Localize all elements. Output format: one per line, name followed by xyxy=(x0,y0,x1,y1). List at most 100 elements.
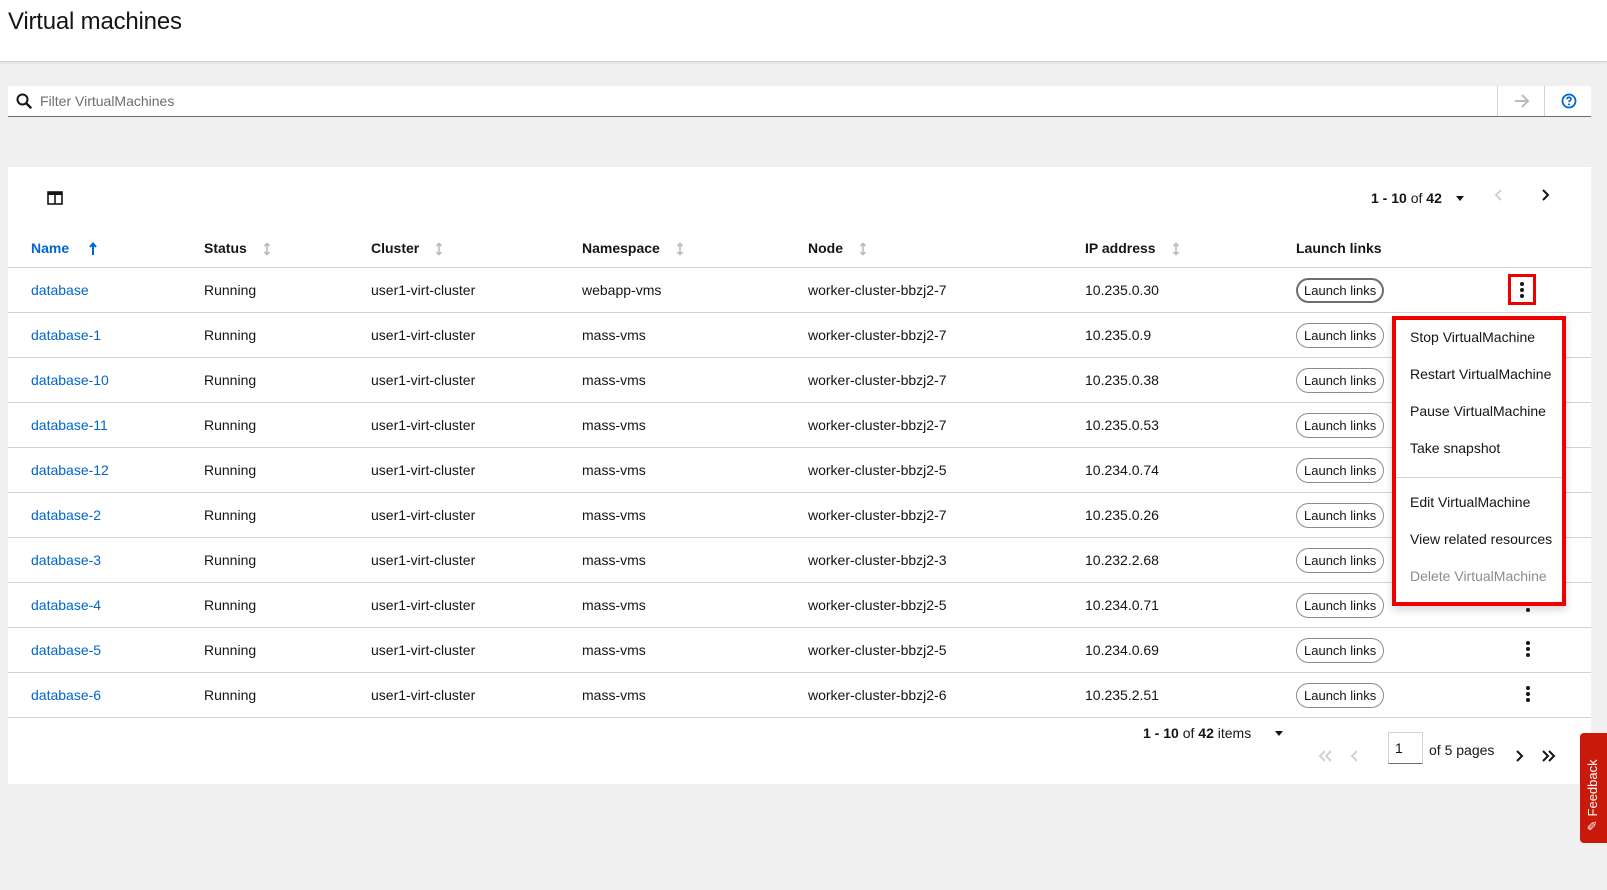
bottom-pagination-items: items xyxy=(1217,725,1252,741)
filter-submit-button[interactable] xyxy=(1497,86,1545,116)
help-icon xyxy=(1561,93,1576,109)
bottom-pagination-total: 42 xyxy=(1198,725,1214,741)
double-chevron-left-icon[interactable] xyxy=(1318,749,1334,763)
menu-item-edit[interactable]: Edit VirtualMachine xyxy=(1410,494,1530,510)
table-row: database-5 Running user1-virt-cluster mass-… xyxy=(8,627,1591,673)
vm-name-link[interactable]: database-12 xyxy=(31,462,109,478)
vm-name-link[interactable]: database xyxy=(31,282,89,298)
filter-bar xyxy=(8,86,1591,117)
top-pagination-total: 42 xyxy=(1426,190,1442,206)
filter-input[interactable] xyxy=(38,86,1500,116)
vm-node: worker-cluster-bbzj2-5 xyxy=(808,642,947,658)
table-header-row: Name Status Cluster Namespace Node IP ad… xyxy=(8,229,1591,268)
column-header-namespace[interactable]: Namespace xyxy=(582,229,808,268)
vm-ip-address: 10.235.0.9 xyxy=(1085,327,1152,343)
launch-links-button[interactable]: Launch links xyxy=(1296,592,1385,618)
vm-ip-address: 10.235.0.53 xyxy=(1085,417,1159,433)
vm-cluster: user1-virt-cluster xyxy=(371,552,476,568)
vm-list-card: 1 - 10 of 42 Name Status Cluster Namespa… xyxy=(8,167,1591,784)
column-header-node[interactable]: Node xyxy=(808,229,1085,268)
vm-ip-address: 10.234.0.74 xyxy=(1085,462,1159,478)
filter-help-button[interactable] xyxy=(1544,86,1592,116)
launch-links-button[interactable]: Launch links xyxy=(1296,682,1385,708)
menu-item-pause[interactable]: Pause VirtualMachine xyxy=(1410,403,1546,419)
table-row: database-11 Running user1-virt-cluster mass… xyxy=(8,402,1591,448)
launch-links-button[interactable]: Launch links xyxy=(1296,457,1385,483)
column-header-status[interactable]: Status xyxy=(204,229,371,268)
vm-cluster: user1-virt-cluster xyxy=(371,507,476,523)
vm-node: worker-cluster-bbzj2-6 xyxy=(808,687,947,703)
menu-item-stop[interactable]: Stop VirtualMachine xyxy=(1410,329,1535,345)
menu-item-view-related[interactable]: View related resources xyxy=(1410,531,1552,547)
vm-cluster: user1-virt-cluster xyxy=(371,462,476,478)
chevron-right-icon[interactable] xyxy=(1514,749,1524,763)
vm-namespace: mass-vms xyxy=(582,642,646,658)
column-header-ip-address[interactable]: IP address xyxy=(1085,229,1296,268)
vm-namespace: mass-vms xyxy=(582,597,646,613)
sort-icon xyxy=(436,242,443,256)
arrow-right-icon xyxy=(1514,94,1529,108)
vm-namespace: mass-vms xyxy=(582,417,646,433)
vm-ip-address: 10.235.0.38 xyxy=(1085,372,1159,388)
kebab-icon[interactable] xyxy=(1521,684,1535,704)
vm-node: worker-cluster-bbzj2-3 xyxy=(808,552,947,568)
menu-item-take-snapshot[interactable]: Take snapshot xyxy=(1410,440,1500,456)
vm-name-link[interactable]: database-10 xyxy=(31,372,109,388)
column-header-name[interactable]: Name xyxy=(8,229,204,268)
menu-item-restart[interactable]: Restart VirtualMachine xyxy=(1410,366,1551,382)
vm-cluster: user1-virt-cluster xyxy=(371,687,476,703)
page-title: Virtual machines xyxy=(8,8,182,35)
column-header-actions xyxy=(1498,229,1591,268)
chevron-left-icon[interactable] xyxy=(1350,749,1360,763)
table-row: database-1 Running user1-virt-cluster mass-… xyxy=(8,312,1591,358)
vm-node: worker-cluster-bbzj2-7 xyxy=(808,282,947,298)
launch-links-button[interactable]: Launch links xyxy=(1296,322,1385,348)
vm-name-link[interactable]: database-6 xyxy=(31,687,101,703)
launch-links-button[interactable]: Launch links xyxy=(1296,502,1385,528)
page-number-input[interactable]: 1 xyxy=(1388,732,1423,764)
vm-cluster: user1-virt-cluster xyxy=(371,642,476,658)
launch-links-button[interactable]: Launch links xyxy=(1296,547,1385,573)
vm-namespace: webapp-vms xyxy=(582,282,662,298)
chevron-right-icon[interactable] xyxy=(1540,188,1550,202)
feedback-tab[interactable]: ✎ Feedback xyxy=(1580,733,1607,843)
table-row: database-10 Running user1-virt-cluster mass… xyxy=(8,357,1591,403)
launch-links-button[interactable]: Launch links xyxy=(1296,412,1385,438)
vm-ip-address: 10.232.2.68 xyxy=(1085,552,1159,568)
caret-down-icon xyxy=(1455,195,1464,201)
launch-links-button[interactable]: Launch links xyxy=(1296,367,1385,393)
table-row: database-2 Running user1-virt-cluster mass-… xyxy=(8,492,1591,538)
vm-status: Running xyxy=(204,552,257,568)
vm-name-link[interactable]: database-1 xyxy=(31,327,101,343)
vm-name-link[interactable]: database-2 xyxy=(31,507,101,523)
row-actions-kebab-active[interactable] xyxy=(1508,274,1536,305)
vm-name-link[interactable]: database-5 xyxy=(31,642,101,658)
table-row: database-3 Running user1-virt-cluster mass-… xyxy=(8,537,1591,583)
table-row: database Running user1-virt-cluster webapp-… xyxy=(8,267,1591,313)
column-header-launch-links: Launch links xyxy=(1296,229,1498,268)
bottom-pagination-toggle[interactable]: 1 - 10 of 42 items xyxy=(1143,725,1284,741)
vm-namespace: mass-vms xyxy=(582,327,646,343)
vm-name-link[interactable]: database-11 xyxy=(31,417,108,433)
vm-name-link[interactable]: database-3 xyxy=(31,552,101,568)
vm-ip-address: 10.235.0.30 xyxy=(1085,282,1159,298)
vm-ip-address: 10.235.0.26 xyxy=(1085,507,1159,523)
top-pagination-toggle[interactable]: 1 - 10 of 42 xyxy=(1371,185,1464,211)
vm-status: Running xyxy=(204,642,257,658)
caret-down-icon xyxy=(1275,730,1284,736)
chevron-left-icon[interactable] xyxy=(1494,188,1504,202)
vm-name-link[interactable]: database-4 xyxy=(31,597,101,613)
columns-icon[interactable] xyxy=(47,191,63,205)
column-header-cluster[interactable]: Cluster xyxy=(371,229,582,268)
vm-status: Running xyxy=(204,372,257,388)
vm-cluster: user1-virt-cluster xyxy=(371,597,476,613)
vm-node: worker-cluster-bbzj2-5 xyxy=(808,597,947,613)
kebab-icon xyxy=(1515,280,1529,300)
vm-namespace: mass-vms xyxy=(582,552,646,568)
double-chevron-right-icon[interactable] xyxy=(1540,749,1556,763)
launch-links-button[interactable]: Launch links xyxy=(1296,277,1385,303)
kebab-icon[interactable] xyxy=(1521,639,1535,659)
top-pagination-range: 1 - 10 xyxy=(1371,190,1407,206)
vm-ip-address: 10.234.0.71 xyxy=(1085,597,1159,613)
launch-links-button[interactable]: Launch links xyxy=(1296,637,1385,663)
